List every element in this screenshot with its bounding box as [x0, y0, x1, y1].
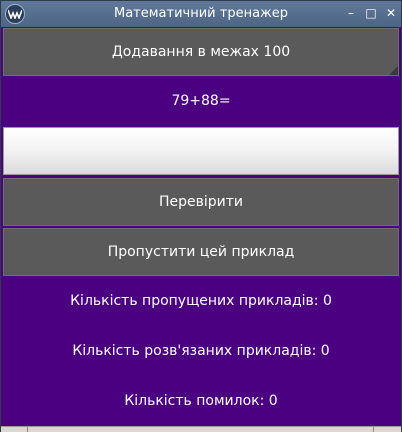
close-icon[interactable]: ✕: [383, 5, 399, 21]
problem-expression: 79+88=: [171, 93, 231, 109]
solved-count-label: Кількість розв'язаних прикладів: 0: [72, 343, 330, 359]
resize-grip-left[interactable]: [27, 427, 28, 432]
app-window: Математичний тренажер – □ ✕ Додавання в …: [0, 0, 402, 432]
minimize-icon[interactable]: –: [343, 5, 359, 21]
mode-button-label: Додавання в межах 100: [111, 44, 291, 60]
check-button[interactable]: Перевірити: [3, 178, 399, 226]
skip-button[interactable]: Пропустити цей приклад: [3, 228, 399, 276]
mode-button[interactable]: Додавання в межах 100: [3, 28, 399, 76]
window-bottom-border[interactable]: [1, 426, 401, 432]
maximize-icon[interactable]: □: [363, 5, 379, 21]
skip-button-label: Пропустити цей приклад: [107, 244, 295, 260]
skipped-count-label: Кількість пропущених прикладів: 0: [70, 293, 332, 309]
title-bar[interactable]: Математичний тренажер – □ ✕: [1, 1, 401, 27]
check-button-label: Перевірити: [158, 194, 244, 210]
dropdown-corner-icon: [389, 66, 398, 75]
resize-grip-right[interactable]: [373, 427, 374, 432]
window-title: Математичний тренажер: [113, 6, 288, 21]
answer-input[interactable]: [3, 127, 399, 175]
errors-count-label: Кількість помилок: 0: [124, 393, 278, 409]
